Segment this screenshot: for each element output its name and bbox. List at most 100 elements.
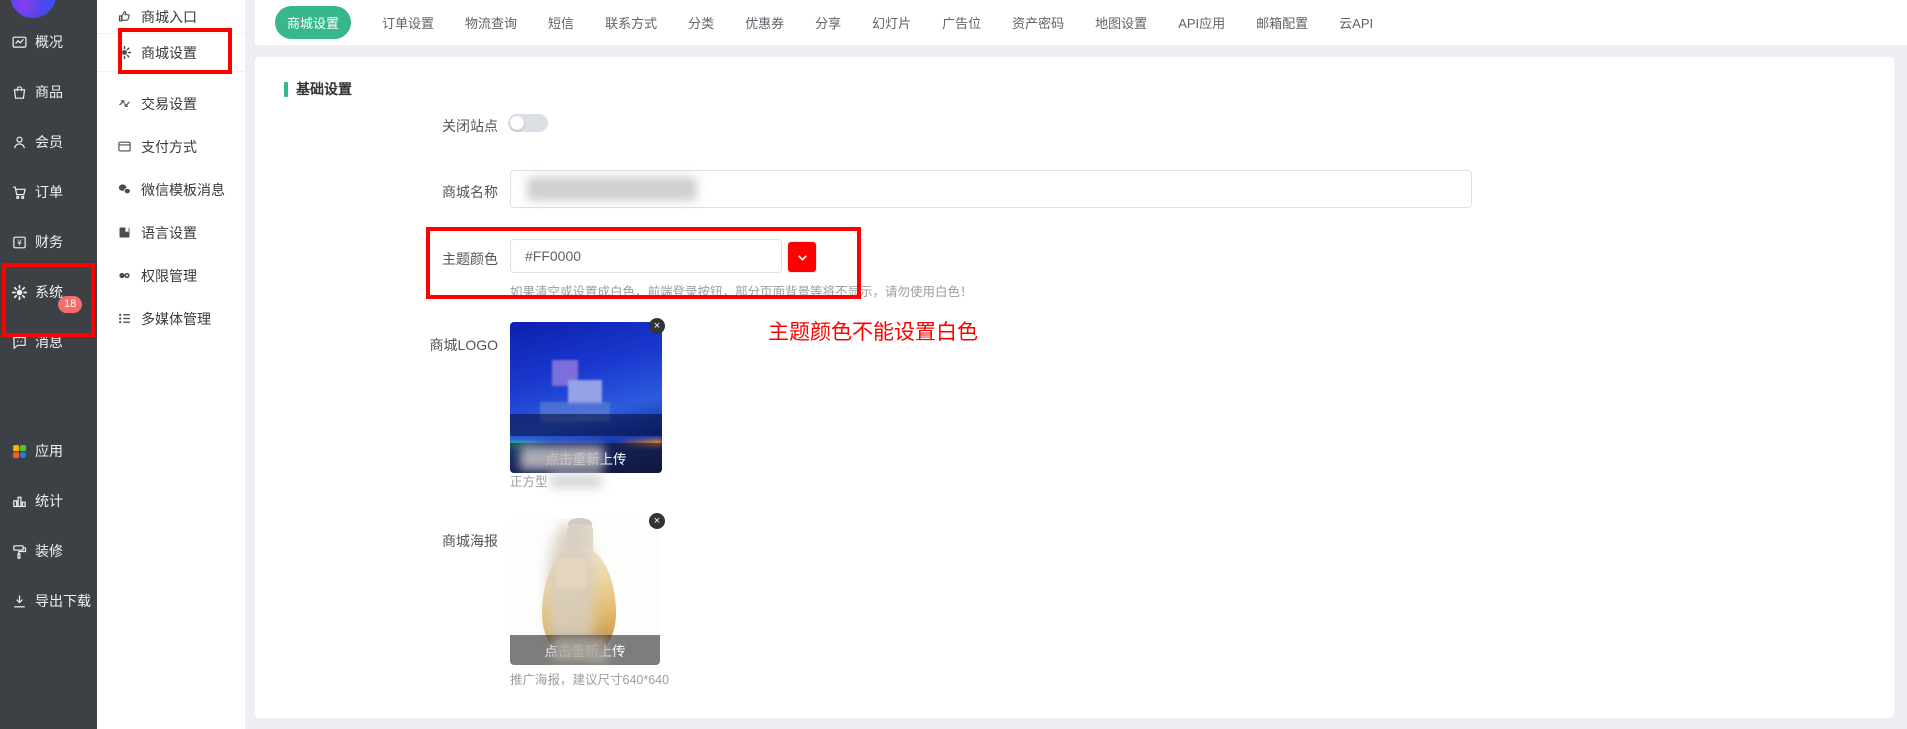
- tab-order-settings[interactable]: 订单设置: [382, 13, 434, 32]
- tab-logistics-query[interactable]: 物流查询: [465, 13, 517, 32]
- sidebar-item-members[interactable]: 会员: [0, 117, 97, 167]
- tab-cloud-api[interactable]: 云API: [1339, 13, 1373, 32]
- menu-item-language-settings[interactable]: 语言设置: [97, 211, 245, 254]
- sidebar-item-label: 导出下载: [35, 591, 91, 611]
- wechat-bubbles-icon: [117, 182, 132, 197]
- sidebar-item-label: 装修: [35, 541, 63, 561]
- overview-icon: [11, 34, 28, 51]
- section-title: 基础设置: [296, 79, 352, 99]
- theme-color-picker-button[interactable]: [788, 242, 816, 272]
- mall-poster-image: 点击重新上传: [510, 518, 660, 665]
- permission-mask-icon: [117, 268, 132, 283]
- language-book-icon: [117, 225, 132, 240]
- tab-slides[interactable]: 幻灯片: [872, 13, 911, 32]
- basic-settings-card: 基础设置 关闭站点 商城名称 主题颜色 如果清空或设置成白色，前端登录按钮，部分…: [255, 57, 1894, 718]
- app-logo[interactable]: [10, 0, 56, 18]
- system-badge: 18: [58, 296, 82, 313]
- gear-icon: [117, 45, 132, 60]
- sidebar-item-label: 财务: [35, 232, 63, 252]
- thumb-entry-icon: [117, 9, 132, 24]
- sidebar-item-goods[interactable]: 商品: [0, 67, 97, 117]
- remove-logo-icon[interactable]: ×: [649, 318, 665, 334]
- paint-roller-icon: [11, 543, 28, 560]
- settings-tabbar: 商城设置 订单设置 物流查询 短信 联系方式 分类 优惠券 分享 幻灯片 广告位…: [255, 0, 1907, 45]
- menu-item-mall-settings[interactable]: 商城设置: [97, 34, 245, 72]
- menu-item-mall-entry[interactable]: 商城入口: [97, 0, 245, 34]
- toggle-knob: [510, 116, 524, 130]
- mall-poster-uploader[interactable]: 点击重新上传 ×: [510, 518, 660, 665]
- menu-item-label: 支付方式: [141, 137, 197, 157]
- sidebar-item-messages[interactable]: 消息: [0, 317, 97, 367]
- sidebar-item-orders[interactable]: 订单: [0, 167, 97, 217]
- mall-logo-image: 点击重新上传: [510, 322, 662, 473]
- sidebar-item-label: 应用: [35, 441, 63, 461]
- apps-grid-icon: [11, 443, 28, 460]
- theme-color-input[interactable]: [510, 239, 782, 273]
- sidebar-item-label: 商品: [35, 82, 63, 102]
- menu-item-label: 多媒体管理: [141, 309, 211, 329]
- blur-redaction: [520, 446, 604, 470]
- poster-hint: 推广海报，建议尺寸640*640: [510, 669, 669, 688]
- tab-share[interactable]: 分享: [815, 13, 841, 32]
- menu-item-media[interactable]: 多媒体管理: [97, 297, 245, 340]
- blur-redaction: [556, 558, 586, 588]
- sidebar-item-label: 会员: [35, 132, 63, 152]
- download-icon: [11, 593, 28, 610]
- blur-redaction: [550, 474, 602, 488]
- sidebar-item-decorate[interactable]: 装修: [0, 526, 97, 576]
- sidebar-item-stats[interactable]: 统计: [0, 476, 97, 526]
- sidebar-item-label: 概况: [35, 32, 63, 52]
- logo-dark-stripe: [510, 414, 662, 436]
- menu-item-label: 商城设置: [141, 43, 197, 63]
- sidebar-item-label: 消息: [35, 332, 63, 352]
- tab-api-app[interactable]: API应用: [1178, 13, 1225, 32]
- section-header: 基础设置: [284, 79, 352, 99]
- tab-coupon[interactable]: 优惠券: [745, 13, 784, 32]
- menu-item-wechat-template[interactable]: 微信模板消息: [97, 168, 245, 211]
- logo-caption: 正方型: [510, 471, 548, 490]
- mall-poster-label: 商城海报: [255, 531, 498, 551]
- close-site-toggle[interactable]: [508, 114, 548, 132]
- menu-item-label: 微信模板消息: [141, 180, 225, 200]
- tab-mall-settings[interactable]: 商城设置: [275, 6, 351, 39]
- credit-card-icon: [117, 139, 132, 154]
- system-gear-icon: [11, 284, 28, 301]
- stats-bars-icon: [11, 493, 28, 510]
- annotation-note: 主题颜色不能设置白色: [768, 316, 978, 346]
- mall-logo-label: 商城LOGO: [255, 335, 498, 355]
- sidebar-item-system[interactable]: 系统: [0, 267, 97, 317]
- chevron-down-icon: [796, 251, 809, 264]
- sidebar-item-export[interactable]: 导出下载: [0, 576, 97, 626]
- sidebar-item-finance[interactable]: ¥ 财务: [0, 217, 97, 267]
- tab-contact[interactable]: 联系方式: [605, 13, 657, 32]
- menu-item-label: 交易设置: [141, 94, 197, 114]
- tab-ad-slot[interactable]: 广告位: [942, 13, 981, 32]
- tab-email-config[interactable]: 邮箱配置: [1256, 13, 1308, 32]
- secondary-menu: 商城入口 商城设置 交易设置 支付方式 微信模板消息 语言设置 权限管理 多媒体…: [97, 0, 245, 729]
- orders-cart-icon: [11, 184, 28, 201]
- mall-logo-uploader[interactable]: 点击重新上传 ×: [510, 322, 662, 473]
- section-accent-bar: [284, 82, 288, 97]
- sidebar-item-overview[interactable]: 概况: [0, 17, 97, 67]
- logo-reupload-button[interactable]: 点击重新上传: [510, 443, 662, 473]
- poster-reupload-button[interactable]: 点击重新上传: [510, 635, 660, 665]
- menu-item-permission[interactable]: 权限管理: [97, 254, 245, 297]
- sidebar-item-label: 订单: [35, 182, 63, 202]
- members-icon: [11, 134, 28, 151]
- menu-item-trade-settings[interactable]: 交易设置: [97, 82, 245, 125]
- primary-sidebar: 概况 商品 会员 订单 ¥ 财务 系统 消息 应用: [0, 0, 97, 729]
- sidebar-item-apps[interactable]: 应用: [0, 426, 97, 476]
- goods-icon: [11, 84, 28, 101]
- trade-arrows-icon: [117, 96, 132, 111]
- remove-poster-icon[interactable]: ×: [649, 513, 665, 529]
- tab-category[interactable]: 分类: [688, 13, 714, 32]
- finance-icon: ¥: [11, 234, 28, 251]
- tab-map-settings[interactable]: 地图设置: [1095, 13, 1147, 32]
- blur-redaction: [552, 637, 608, 663]
- sidebar-item-label: 统计: [35, 491, 63, 511]
- menu-item-payment-methods[interactable]: 支付方式: [97, 125, 245, 168]
- tab-asset-password[interactable]: 资产密码: [1012, 13, 1064, 32]
- messages-icon: [11, 334, 28, 351]
- tab-sms[interactable]: 短信: [548, 13, 574, 32]
- logo-caption-row: 正方型: [510, 471, 602, 490]
